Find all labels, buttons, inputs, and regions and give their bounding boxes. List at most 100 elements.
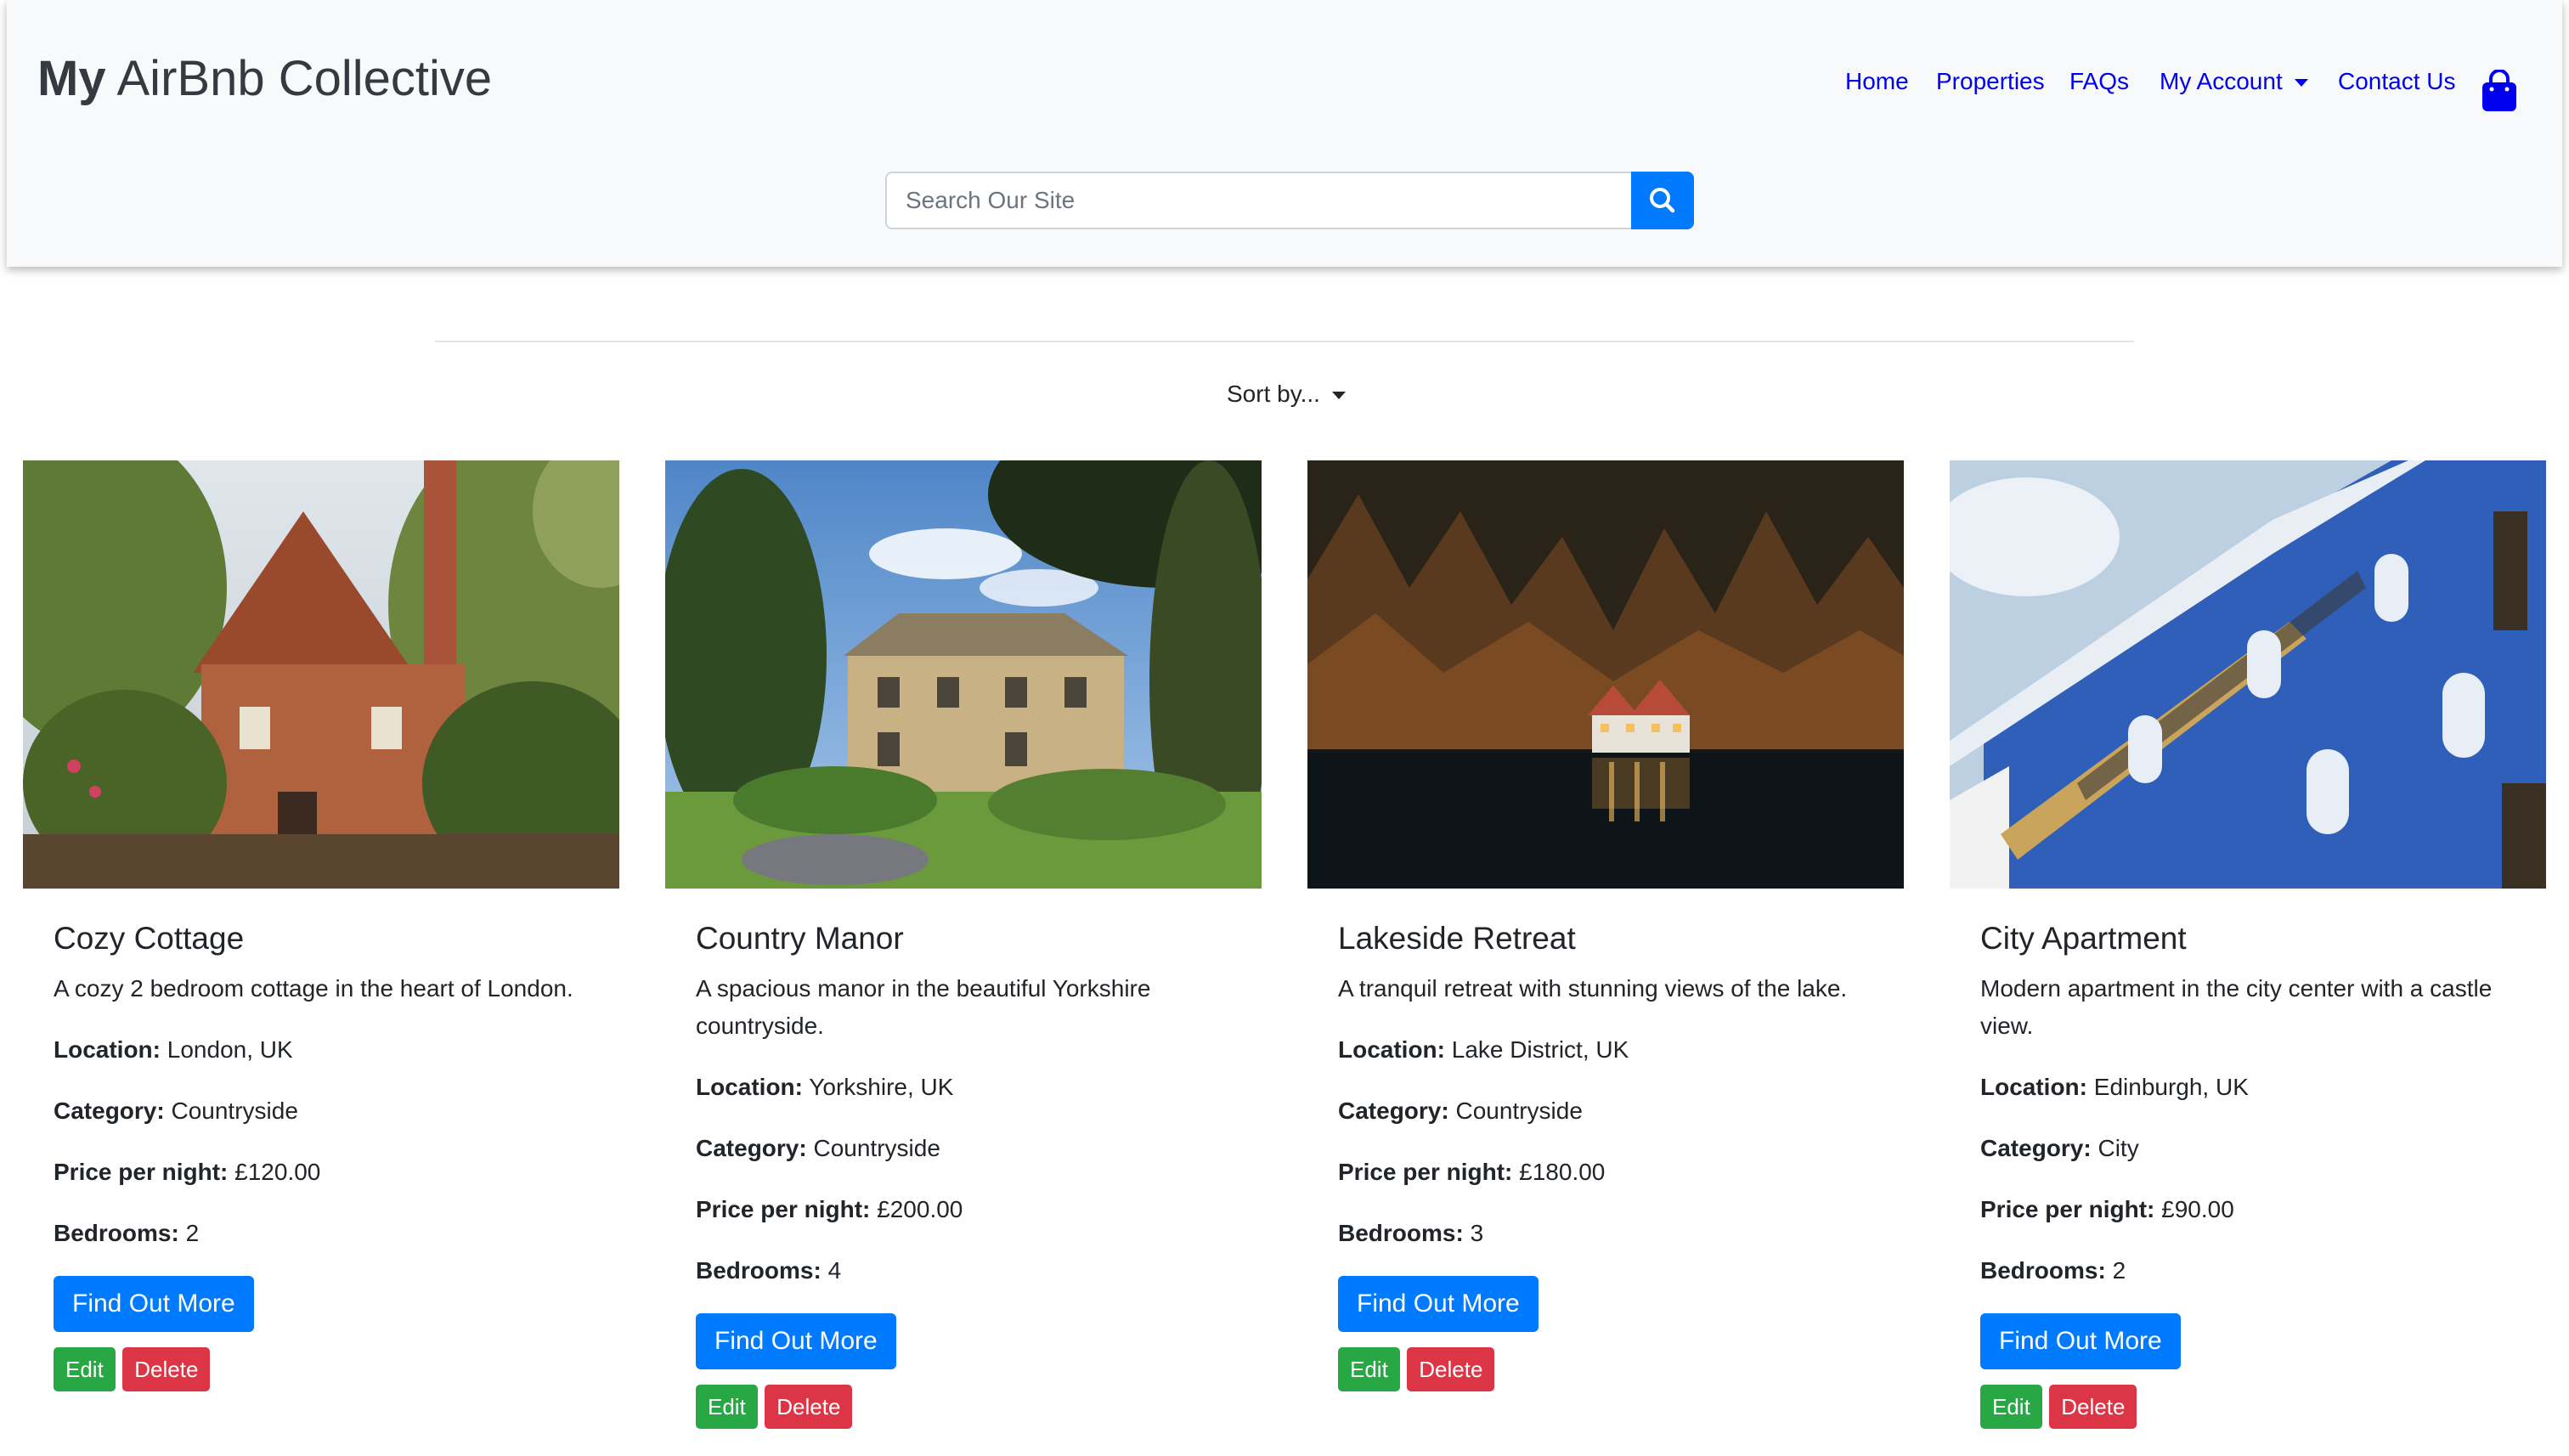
property-bedrooms: Bedrooms: 3 bbox=[1338, 1215, 1890, 1252]
property-price: Price per night: £120.00 bbox=[54, 1154, 606, 1191]
property-category: Category: Countryside bbox=[54, 1092, 606, 1130]
property-description: Modern apartment in the city center with… bbox=[1980, 975, 2493, 1039]
location-value: London, UK bbox=[167, 1036, 293, 1063]
property-category: Category: Countryside bbox=[1338, 1092, 1890, 1130]
property-location: Location: Edinburgh, UK bbox=[1980, 1069, 2532, 1106]
nav-properties[interactable]: Properties bbox=[1936, 66, 2045, 97]
property-category: Category: City bbox=[1980, 1130, 2532, 1167]
find-out-more-button[interactable]: Find Out More bbox=[1338, 1276, 1539, 1332]
find-out-more-button[interactable]: Find Out More bbox=[1980, 1313, 2181, 1369]
category-value: City bbox=[2098, 1135, 2139, 1161]
search-button[interactable] bbox=[1631, 172, 1694, 229]
sort-label: Sort by... bbox=[1227, 381, 1320, 407]
bedrooms-label: Bedrooms: bbox=[54, 1220, 179, 1246]
edit-button[interactable]: Edit bbox=[1980, 1385, 2042, 1429]
nav-my-account[interactable]: My Account bbox=[2160, 66, 2308, 97]
price-value: £200.00 bbox=[877, 1196, 963, 1222]
bedrooms-value: 2 bbox=[2112, 1257, 2126, 1284]
nav-home[interactable]: Home bbox=[1845, 66, 1909, 97]
bedrooms-label: Bedrooms: bbox=[696, 1257, 822, 1284]
property-price: Price per night: £200.00 bbox=[696, 1191, 1248, 1228]
location-label: Location: bbox=[696, 1074, 803, 1100]
find-out-more-button[interactable]: Find Out More bbox=[696, 1313, 896, 1369]
price-value: £120.00 bbox=[234, 1159, 321, 1185]
location-value: Yorkshire, UK bbox=[809, 1074, 954, 1100]
property-card: Country Manor A spacious manor in the be… bbox=[665, 460, 1262, 1456]
property-location: Location: London, UK bbox=[54, 1031, 606, 1069]
card-actions: Edit Delete bbox=[1980, 1385, 2532, 1429]
chevron-down-icon bbox=[2294, 79, 2308, 87]
property-category: Category: Countryside bbox=[696, 1130, 1248, 1167]
property-image bbox=[23, 460, 619, 889]
location-label: Location: bbox=[1338, 1036, 1445, 1063]
search-icon bbox=[1650, 188, 1675, 213]
property-title: Country Manor bbox=[696, 921, 904, 956]
nav-my-account-label: My Account bbox=[2160, 68, 2283, 94]
property-description: A cozy 2 bedroom cottage in the heart of… bbox=[54, 975, 573, 1002]
sort-dropdown[interactable]: Sort by... bbox=[1227, 379, 1346, 409]
card-body: Country Manor A spacious manor in the be… bbox=[696, 919, 1248, 1429]
property-bedrooms: Bedrooms: 2 bbox=[54, 1215, 606, 1252]
price-label: Price per night: bbox=[54, 1159, 229, 1185]
delete-button[interactable]: Delete bbox=[122, 1347, 211, 1391]
property-location: Location: Yorkshire, UK bbox=[696, 1069, 1248, 1106]
location-label: Location: bbox=[1980, 1074, 2087, 1100]
category-value: Countryside bbox=[1455, 1098, 1583, 1124]
brand-rest: AirBnb Collective bbox=[105, 51, 493, 106]
property-title: Lakeside Retreat bbox=[1338, 921, 1576, 956]
property-description: A tranquil retreat with stunning views o… bbox=[1338, 975, 1848, 1002]
card-actions: Edit Delete bbox=[54, 1347, 606, 1391]
property-image bbox=[1950, 460, 2546, 889]
delete-button[interactable]: Delete bbox=[2049, 1385, 2137, 1429]
property-price: Price per night: £180.00 bbox=[1338, 1154, 1890, 1191]
edit-button[interactable]: Edit bbox=[1338, 1347, 1400, 1391]
property-bedrooms: Bedrooms: 4 bbox=[696, 1252, 1248, 1290]
card-actions: Edit Delete bbox=[696, 1385, 1248, 1429]
shopping-bag-icon[interactable] bbox=[2481, 70, 2518, 112]
category-label: Category: bbox=[54, 1098, 165, 1124]
category-label: Category: bbox=[696, 1135, 807, 1161]
price-label: Price per night: bbox=[696, 1196, 871, 1222]
price-value: £180.00 bbox=[1519, 1159, 1606, 1185]
search-input[interactable] bbox=[885, 172, 1631, 229]
card-body: Cozy Cottage A cozy 2 bedroom cottage in… bbox=[54, 919, 606, 1391]
price-label: Price per night: bbox=[1338, 1159, 1513, 1185]
bedrooms-value: 2 bbox=[185, 1220, 200, 1246]
bedrooms-label: Bedrooms: bbox=[1338, 1220, 1464, 1246]
nav-contact-us[interactable]: Contact Us bbox=[2338, 66, 2456, 97]
bedrooms-value: 4 bbox=[827, 1257, 842, 1284]
edit-button[interactable]: Edit bbox=[54, 1347, 116, 1391]
price-value: £90.00 bbox=[2161, 1196, 2234, 1222]
site-brand[interactable]: My AirBnb Collective bbox=[37, 54, 492, 104]
property-bedrooms: Bedrooms: 2 bbox=[1980, 1252, 2532, 1290]
property-price: Price per night: £90.00 bbox=[1980, 1191, 2532, 1228]
nav-faqs[interactable]: FAQs bbox=[2069, 66, 2129, 97]
edit-button[interactable]: Edit bbox=[696, 1385, 758, 1429]
property-title: Cozy Cottage bbox=[54, 921, 245, 956]
delete-button[interactable]: Delete bbox=[765, 1385, 853, 1429]
property-description: A spacious manor in the beautiful Yorksh… bbox=[696, 975, 1151, 1039]
location-label: Location: bbox=[54, 1036, 161, 1063]
delete-button[interactable]: Delete bbox=[1407, 1347, 1495, 1391]
category-label: Category: bbox=[1338, 1098, 1449, 1124]
property-card: Cozy Cottage A cozy 2 bedroom cottage in… bbox=[23, 460, 619, 1456]
property-title: City Apartment bbox=[1980, 921, 2187, 956]
property-location: Location: Lake District, UK bbox=[1338, 1031, 1890, 1069]
search-form bbox=[885, 172, 1697, 229]
find-out-more-button[interactable]: Find Out More bbox=[54, 1276, 254, 1332]
chevron-down-icon bbox=[1331, 392, 1346, 400]
card-body: Lakeside Retreat A tranquil retreat with… bbox=[1338, 919, 1890, 1391]
category-value: Countryside bbox=[813, 1135, 940, 1161]
property-image bbox=[665, 460, 1262, 889]
category-label: Category: bbox=[1980, 1135, 2092, 1161]
price-label: Price per night: bbox=[1980, 1196, 2155, 1222]
location-value: Edinburgh, UK bbox=[2093, 1074, 2249, 1100]
divider bbox=[435, 341, 2134, 342]
category-value: Countryside bbox=[171, 1098, 298, 1124]
navbar: My AirBnb Collective Home Properties FAQ… bbox=[7, 0, 2562, 267]
bedrooms-value: 3 bbox=[1470, 1220, 1484, 1246]
card-actions: Edit Delete bbox=[1338, 1347, 1890, 1391]
bedrooms-label: Bedrooms: bbox=[1980, 1257, 2106, 1284]
property-card: City Apartment Modern apartment in the c… bbox=[1950, 460, 2546, 1456]
property-card: Lakeside Retreat A tranquil retreat with… bbox=[1307, 460, 1904, 1456]
